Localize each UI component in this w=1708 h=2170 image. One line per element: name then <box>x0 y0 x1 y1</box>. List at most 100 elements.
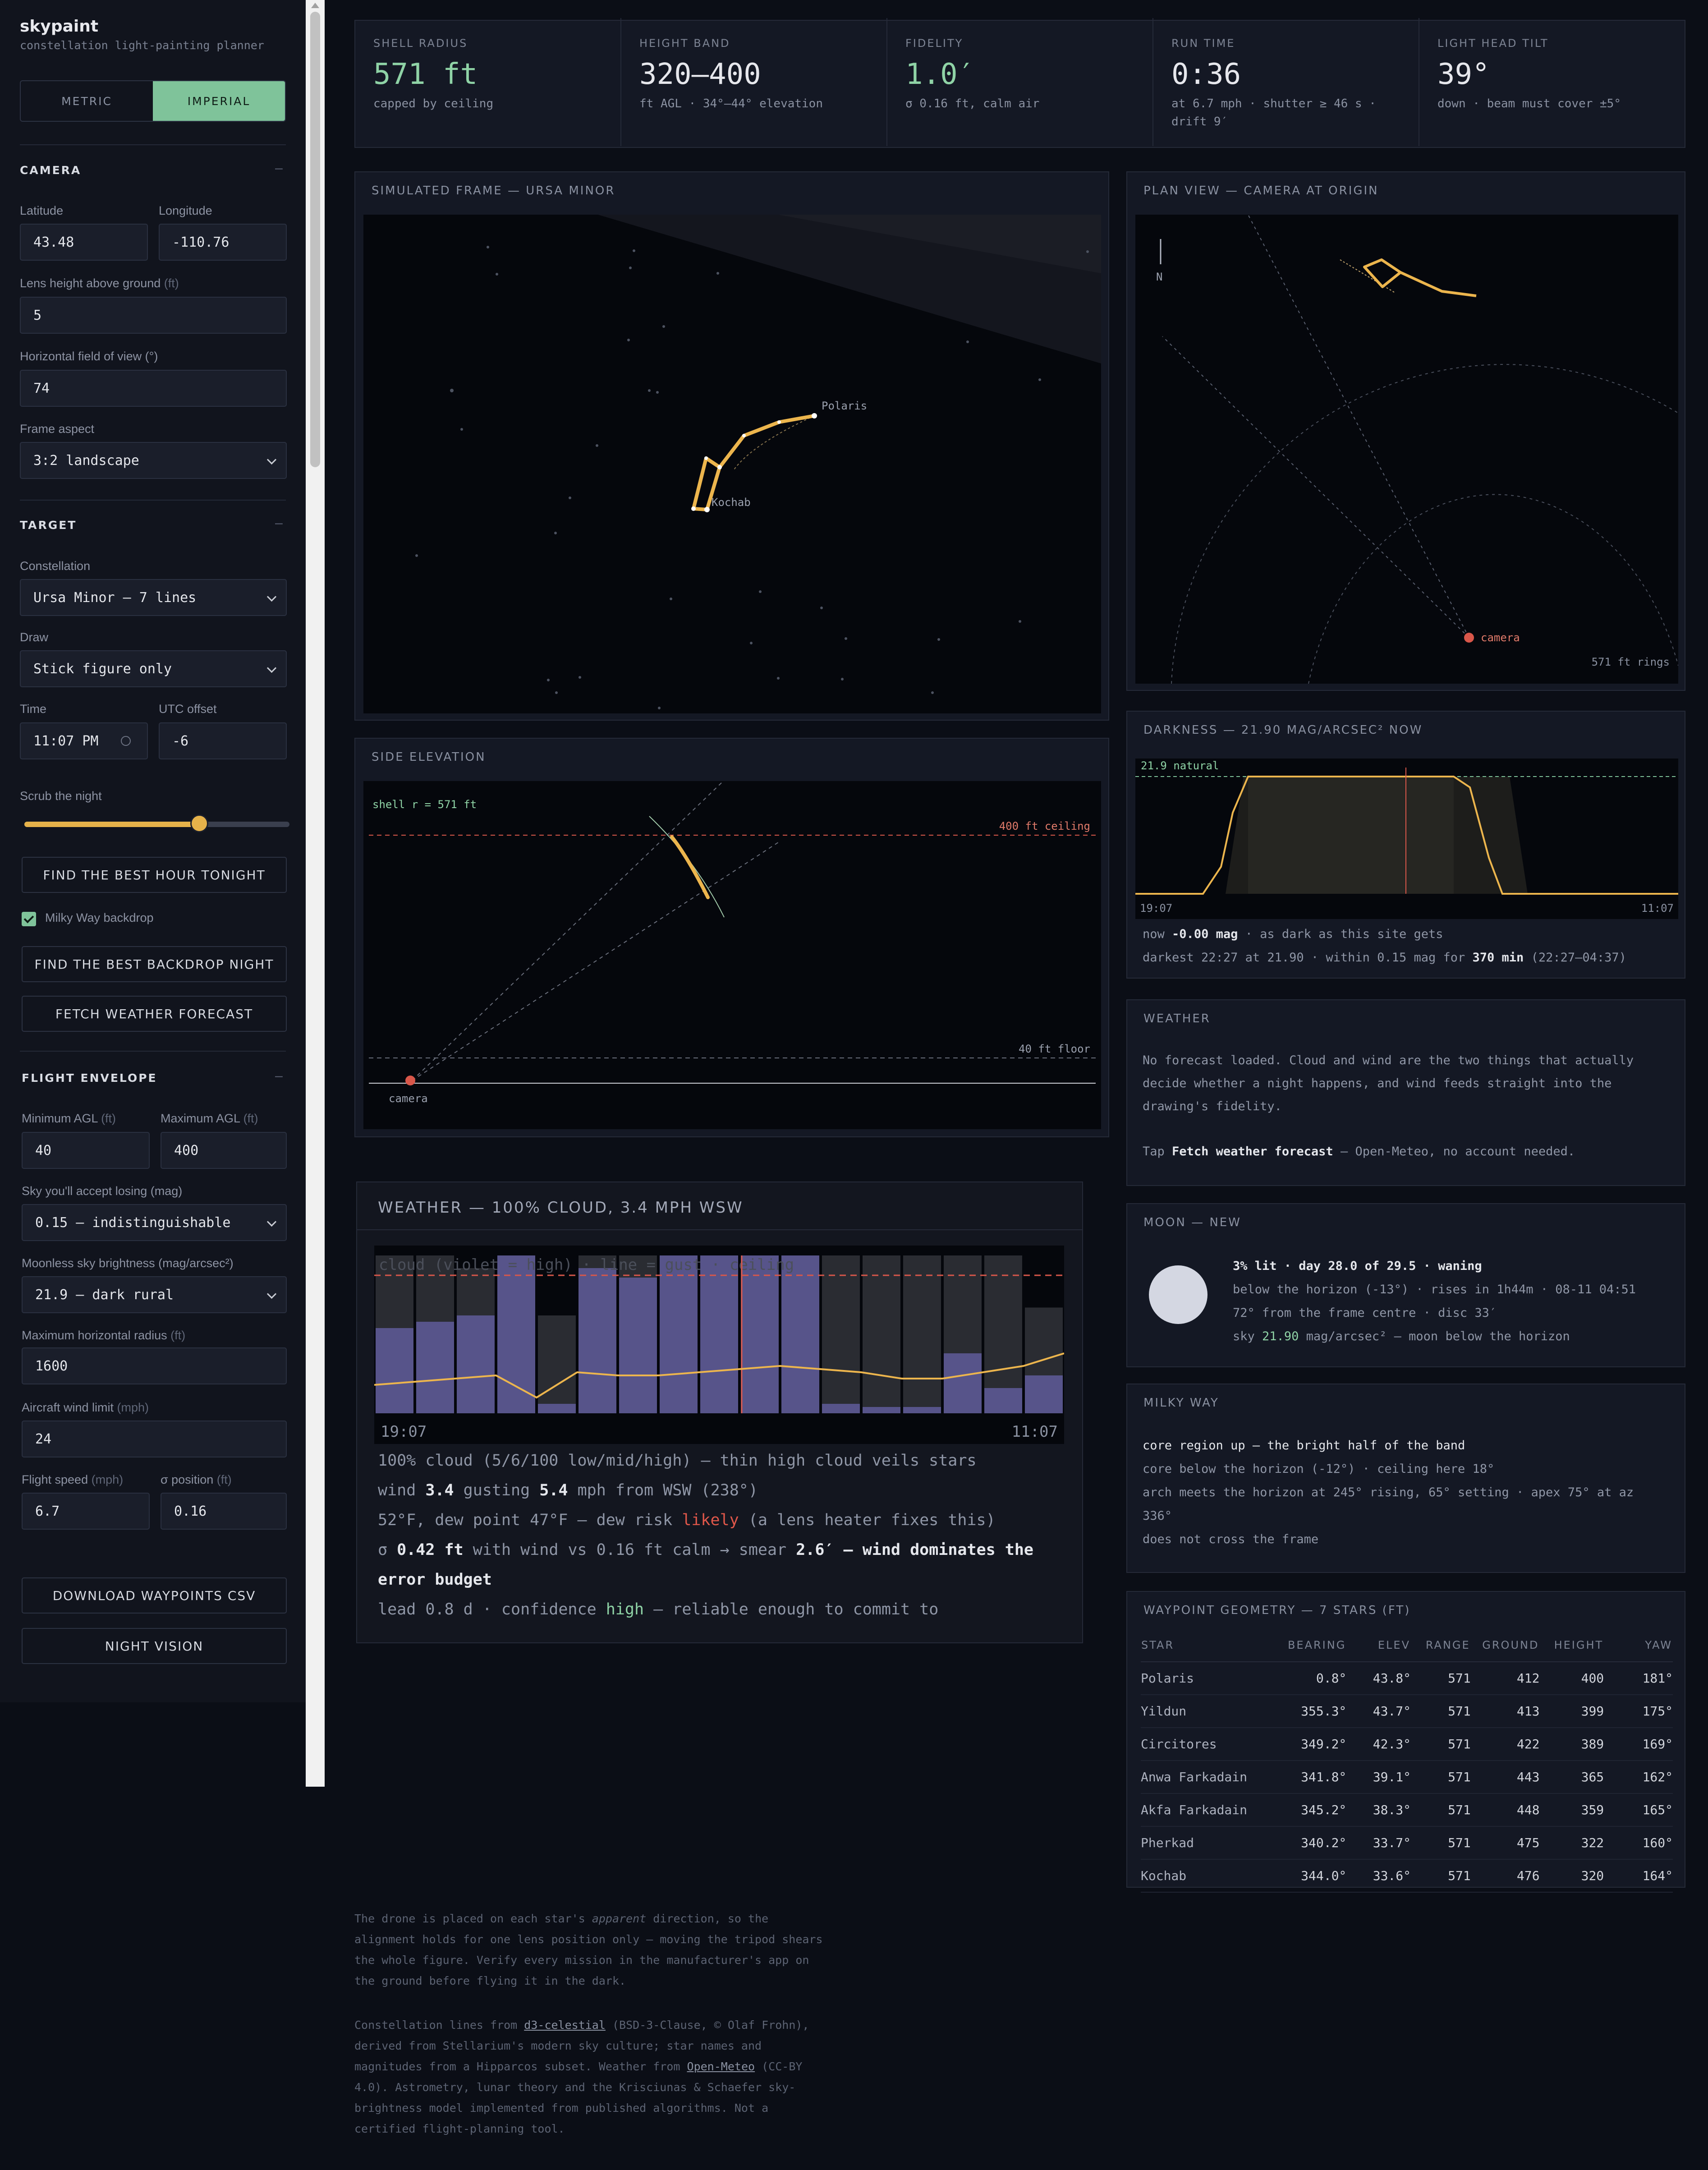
best-backdrop-button[interactable]: FIND THE BEST BACKDROP NIGHT <box>22 946 287 982</box>
moon-title: MOON — NEW <box>1143 1216 1241 1229</box>
waypoint-cell: 0.8° <box>1277 1662 1347 1695</box>
waypoint-cell: 349.2° <box>1277 1728 1347 1761</box>
time-input[interactable]: 11:07 PM <box>20 722 148 759</box>
milky-way-checkbox[interactable] <box>22 912 36 926</box>
waypoint-star-name: Akfa Farkadain <box>1141 1793 1278 1827</box>
kpi-divider <box>620 18 621 146</box>
camera-marker <box>405 1076 415 1085</box>
fov-input[interactable]: 74 <box>20 370 287 407</box>
weather-forecast-title: WEATHER — 100% CLOUD, 3.4 MPH WSW <box>378 1199 744 1217</box>
high-cloud-bar <box>944 1353 982 1413</box>
constellation-select[interactable]: Ursa Minor — 7 lines <box>20 579 287 616</box>
waypoint-panel: WAYPOINT GEOMETRY — 7 STARS (FT) STAR BEA… <box>1126 1591 1685 1893</box>
confidence-summary: lead 0.8 d · confidence high — reliable … <box>378 1600 939 1618</box>
sidebar-scrollbar-thumb[interactable] <box>310 12 320 467</box>
waypoint-cell: 443 <box>1470 1761 1540 1794</box>
d3-celestial-link[interactable]: d3-celestial <box>524 2018 606 2032</box>
flight-section-heading[interactable]: FLIGHT ENVELOPE <box>22 1071 157 1085</box>
fetch-weather-button[interactable]: FETCH WEATHER FORECAST <box>22 996 287 1032</box>
cloud-summary: 100% cloud (5/6/100 low/mid/high) — thin… <box>378 1452 977 1470</box>
time-value: 11:07 PM <box>33 733 99 749</box>
divider <box>20 1051 286 1052</box>
waypoint-column-header[interactable]: GROUND <box>1470 1629 1540 1662</box>
high-cloud-bar <box>903 1407 941 1413</box>
high-cloud-bar <box>863 1407 900 1413</box>
kpi-label: LIGHT HEAD TILT <box>1437 37 1549 50</box>
weather-empty-text: No forecast loaded. Cloud and wind are t… <box>1143 1053 1634 1113</box>
waypoint-row: Kochab 344.0° 33.6° 571 476 320 164° <box>1141 1859 1673 1893</box>
speed-input[interactable]: 6.7 <box>22 1493 150 1530</box>
waypoint-column-header[interactable]: STAR <box>1141 1629 1278 1662</box>
waypoint-cell: 355.3° <box>1277 1695 1347 1728</box>
best-hour-button[interactable]: FIND THE BEST HOUR TONIGHT <box>22 857 287 893</box>
footer-disclaimer: The drone is placed on each star's appar… <box>354 1912 823 1987</box>
sigma-input[interactable]: 0.16 <box>161 1493 287 1530</box>
clock-icon[interactable] <box>121 736 131 746</box>
kpi-note: down · beam must cover ±5° <box>1437 97 1621 110</box>
slider-fill <box>24 822 200 827</box>
frame-aspect-select[interactable]: 3:2 landscape <box>20 442 287 479</box>
open-meteo-link[interactable]: Open-Meteo <box>687 2060 755 2073</box>
max-radius-input[interactable]: 1600 <box>22 1347 287 1384</box>
scroll-up-arrow-icon[interactable] <box>311 3 319 8</box>
waypoint-star-name: Yildun <box>1141 1695 1278 1728</box>
weather-forecast-panel: WEATHER — 100% CLOUD, 3.4 MPH WSW cloud … <box>356 1182 1083 1643</box>
waypoint-cell: 448 <box>1470 1793 1540 1827</box>
waypoint-column-header[interactable]: YAW <box>1604 1629 1673 1662</box>
milky-way-arch: arch meets the horizon at 245° rising, 6… <box>1143 1485 1634 1523</box>
waypoint-column-header[interactable]: ELEV <box>1346 1629 1411 1662</box>
high-cloud-bar <box>579 1268 616 1413</box>
sky-lose-value: 0.15 — indistinguishable <box>35 1214 231 1231</box>
moonless-select[interactable]: 21.9 — dark rural <box>22 1276 287 1313</box>
waypoint-cell: 344.0° <box>1277 1859 1347 1893</box>
download-csv-button[interactable]: DOWNLOAD WAYPOINTS CSV <box>22 1577 287 1614</box>
kpi-note: capped by ceiling <box>373 97 494 110</box>
kpi-card: RUN TIME 0:36 at 6.7 mph · shutter ≥ 46 s … <box>1152 18 1419 146</box>
natural-label: 21.9 natural <box>1141 759 1219 772</box>
draw-select[interactable]: Stick figure only <box>20 650 287 687</box>
utc-offset-input[interactable]: -6 <box>159 722 287 759</box>
waypoint-cell: 399 <box>1539 1695 1604 1728</box>
high-cloud-bar <box>376 1328 413 1413</box>
waypoint-cell: 160° <box>1604 1826 1673 1860</box>
kpi-label: RUN TIME <box>1171 37 1235 50</box>
target-section-heading[interactable]: TARGET <box>20 519 77 532</box>
max-agl-input[interactable]: 400 <box>161 1132 287 1169</box>
slider-thumb[interactable] <box>190 814 209 832</box>
weather-title: WEATHER <box>1143 1012 1211 1025</box>
waypoint-column-header[interactable]: RANGE <box>1411 1629 1471 1662</box>
draw-label: Draw <box>20 630 49 644</box>
waypoint-cell: 413 <box>1470 1695 1540 1728</box>
side-elevation-title: SIDE ELEVATION <box>372 750 486 764</box>
waypoint-column-header[interactable]: HEIGHT <box>1539 1629 1604 1662</box>
sky-lose-select[interactable]: 0.15 — indistinguishable <box>22 1204 287 1241</box>
kpi-card: LIGHT HEAD TILT 39° down · beam must cover… <box>1419 18 1685 146</box>
waypoint-row: Yildun 355.3° 43.7° 571 413 399 175° <box>1141 1695 1673 1728</box>
scrub-slider[interactable] <box>24 814 289 832</box>
divider <box>20 144 286 145</box>
latitude-input[interactable]: 43.48 <box>20 224 148 261</box>
darkness-title: DARKNESS — 21.90 MAG/ARCSEC² NOW <box>1143 723 1423 737</box>
milky-way-label: Milky Way backdrop <box>45 911 154 924</box>
side-elevation-panel: SIDE ELEVATION shell r = 571 ft 400 ft c… <box>354 738 1109 1137</box>
simulated-frame-canvas: Polaris Kochab <box>363 215 1101 713</box>
frame-aspect-label: Frame aspect <box>20 422 95 436</box>
longitude-label: Longitude <box>159 204 212 217</box>
waypoint-cell: 33.7° <box>1346 1826 1411 1860</box>
imperial-toggle[interactable]: IMPERIAL <box>153 81 285 121</box>
kpi-card: HEIGHT BAND 320–400 ft AGL · 34°–44° eleva… <box>620 18 886 146</box>
wind-limit-input[interactable]: 24 <box>22 1421 287 1457</box>
min-agl-input[interactable]: 40 <box>22 1132 150 1169</box>
camera-section-heading[interactable]: CAMERA <box>20 164 81 177</box>
metric-toggle[interactable]: METRIC <box>21 81 153 121</box>
dew-summary: 52°F, dew point 47°F — dew risk likely (… <box>378 1511 996 1529</box>
kpi-value: 320–400 <box>639 58 761 91</box>
night-vision-button[interactable]: NIGHT VISION <box>22 1628 287 1664</box>
kpi-label: FIDELITY <box>905 37 964 50</box>
waypoint-column-header[interactable]: BEARING <box>1277 1629 1347 1662</box>
cloud-bar <box>538 1315 576 1413</box>
longitude-input[interactable]: -110.76 <box>159 224 287 261</box>
kochab-label: Kochab <box>712 496 751 509</box>
lens-height-input[interactable]: 5 <box>20 297 287 334</box>
moonless-value: 21.9 — dark rural <box>35 1287 174 1303</box>
